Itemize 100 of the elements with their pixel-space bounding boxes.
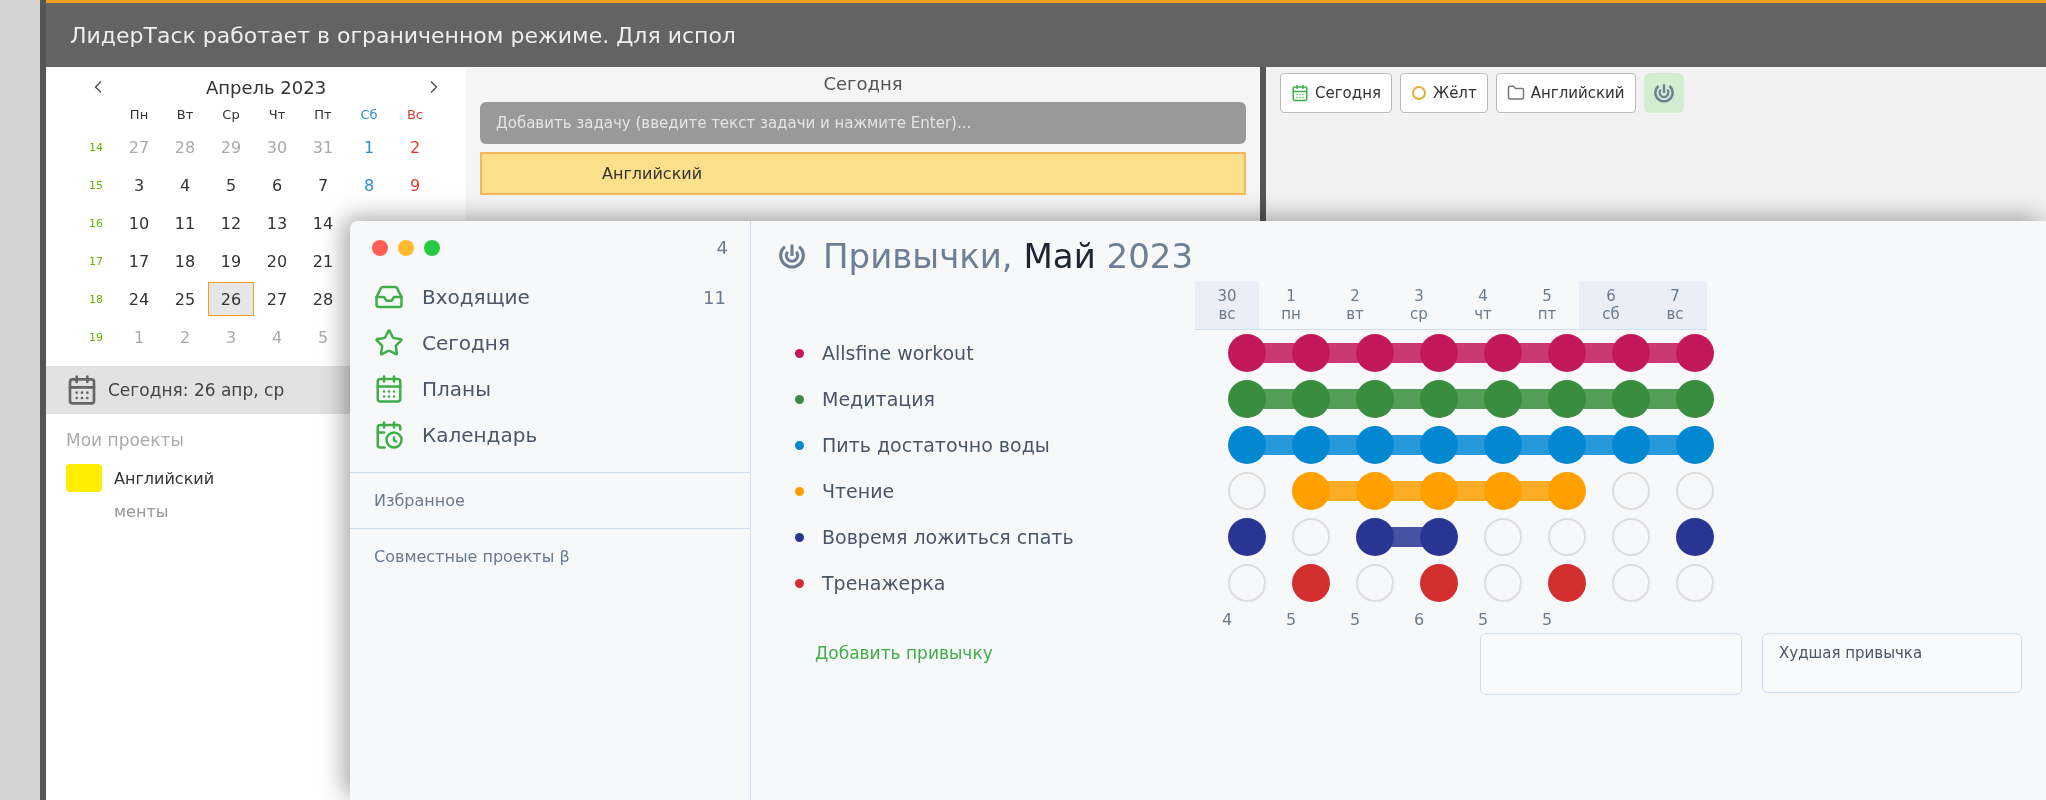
habits-title: Привычки, Май 2023	[823, 236, 1194, 276]
habit-done-mark[interactable]	[1356, 334, 1394, 372]
filter-chip[interactable]: Сегодня	[1280, 73, 1392, 113]
today-label[interactable]: Сегодня: 26 апр, ср	[108, 380, 285, 400]
sidebar-label: Сегодня	[422, 331, 510, 355]
calendar-day[interactable]: 11	[162, 206, 208, 240]
calendar-day[interactable]: 21	[300, 244, 346, 278]
habit-done-mark[interactable]	[1420, 518, 1458, 556]
filter-chip[interactable]: Английский	[1495, 73, 1636, 113]
calendar-day[interactable]: 10	[116, 206, 162, 240]
habit-done-mark[interactable]	[1676, 518, 1714, 556]
item-count: 4	[716, 237, 728, 258]
weekday-label: Ср	[221, 106, 241, 124]
worst-habit-card: Худшая привычка	[1762, 633, 2022, 693]
projects-heading: Мои проекты	[66, 430, 184, 450]
calendar-icon	[66, 374, 98, 406]
calendar-day[interactable]: 27	[254, 282, 300, 316]
calendar-icon	[1291, 84, 1309, 102]
task-card[interactable]: Английский	[480, 152, 1246, 195]
day-total: 5	[1284, 609, 1298, 631]
calendar-grid-icon	[374, 374, 404, 404]
week-number: 16	[88, 216, 104, 230]
day-total: 5	[1348, 609, 1362, 631]
calendar-day[interactable]: 17	[116, 244, 162, 278]
week-number: 19	[88, 330, 104, 344]
week-number: 18	[88, 292, 104, 306]
circle-icon	[1410, 85, 1427, 101]
calendar-day[interactable]: 3	[116, 168, 162, 202]
tasks-heading: Сегодня	[822, 73, 904, 94]
habit-done-mark[interactable]	[1676, 334, 1714, 372]
day-total: 5	[1540, 609, 1554, 631]
calendar-day[interactable]: 14	[300, 206, 346, 240]
week-number: 17	[88, 254, 104, 268]
calendar-day[interactable]: 8	[346, 168, 392, 202]
habit-name[interactable]: Пить достаточно воды	[822, 434, 1050, 456]
weekday-label: Пн	[128, 106, 150, 124]
sidebar-label: Входящие	[422, 285, 530, 309]
item-count: 11	[703, 286, 726, 308]
weekday-label: Чт	[267, 106, 287, 124]
sidebar-label: Планы	[422, 377, 491, 401]
star-icon	[374, 328, 404, 358]
filter-chip[interactable]: Жёлт	[1399, 73, 1488, 113]
habit-done-mark[interactable]	[1484, 334, 1522, 372]
day-header: 7 вс	[1643, 281, 1707, 329]
calendar-day[interactable]: 6	[254, 168, 300, 202]
day-total: 5	[1476, 609, 1490, 631]
calendar-day[interactable]: 25	[162, 282, 208, 316]
calendar-day[interactable]: 13	[254, 206, 300, 240]
calendar-day[interactable]: 26	[208, 282, 254, 316]
day-header: 5 пт	[1536, 286, 1558, 325]
habit-done-mark[interactable]	[1356, 518, 1394, 556]
habit-done-mark[interactable]	[1228, 334, 1266, 372]
weekday-label: Вс	[405, 106, 425, 124]
calendar-day[interactable]: 9	[392, 168, 438, 202]
zoom-button[interactable]	[424, 239, 440, 256]
weekday-label: Пт	[313, 106, 333, 124]
sidebar-item[interactable]: Календарь	[350, 412, 750, 458]
habit-name[interactable]: Вовремя ложиться спать	[822, 526, 1074, 548]
calendar-day[interactable]: 20	[254, 244, 300, 278]
habit-done-mark[interactable]	[1612, 334, 1650, 372]
weekday-label: Сб	[359, 106, 379, 124]
habit-done-mark[interactable]	[1420, 564, 1458, 602]
sidebar-section[interactable]: Совместные проекты β	[350, 528, 750, 584]
sidebar-item[interactable]: Сегодня	[350, 320, 750, 366]
calendar-day[interactable]: 12	[208, 206, 254, 240]
day-total: 6	[1412, 609, 1426, 631]
habit-name[interactable]: Allsfine workout	[822, 342, 974, 364]
calendar-day[interactable]: 28	[300, 282, 346, 316]
habits-tab[interactable]	[1643, 73, 1684, 113]
habit-name[interactable]: Чтение	[822, 480, 895, 502]
habit-name[interactable]: Медитация	[822, 388, 935, 410]
day-header: 2 вт	[1345, 286, 1365, 325]
habit-done-mark[interactable]	[1292, 334, 1330, 372]
add-task-field[interactable]: Добавить задачу (введите текст задачи и нажмите Enter)...	[480, 102, 1246, 144]
calendar-day[interactable]: 19	[208, 244, 254, 278]
sidebar-label: Календарь	[422, 423, 538, 447]
close-button[interactable]	[372, 239, 388, 256]
month-title: Апрель 2023	[205, 76, 327, 98]
habit-done-mark[interactable]	[1420, 334, 1458, 372]
project-item[interactable]: Английский	[114, 468, 215, 488]
calendar-day[interactable]: 24	[116, 282, 162, 316]
calendar-clock-icon	[374, 420, 404, 450]
calendar-day[interactable]: 5	[208, 168, 254, 202]
habit-done-mark[interactable]	[1292, 564, 1330, 602]
calendar-day[interactable]: 4	[162, 168, 208, 202]
calendar-day[interactable]: 18	[162, 244, 208, 278]
week-number: 14	[88, 140, 104, 154]
habit-name[interactable]: Тренажерка	[822, 572, 946, 594]
habit-done-mark[interactable]	[1548, 334, 1586, 372]
calendar-day[interactable]: 7	[300, 168, 346, 202]
day-header: 3 ср	[1409, 286, 1429, 325]
habit-done-mark[interactable]	[1228, 518, 1266, 556]
day-header: 6 сб	[1579, 281, 1643, 329]
habit-done-mark[interactable]	[1548, 564, 1586, 602]
sidebar-section[interactable]: Избранное	[350, 472, 750, 528]
sidebar-item[interactable]: Планы	[350, 366, 750, 412]
calendar-day[interactable]: 2	[392, 130, 438, 164]
calendar-day[interactable]: 1	[346, 130, 392, 164]
sidebar-item[interactable]: Входящие 11	[350, 274, 750, 320]
day-header: 4 чт	[1473, 286, 1493, 325]
